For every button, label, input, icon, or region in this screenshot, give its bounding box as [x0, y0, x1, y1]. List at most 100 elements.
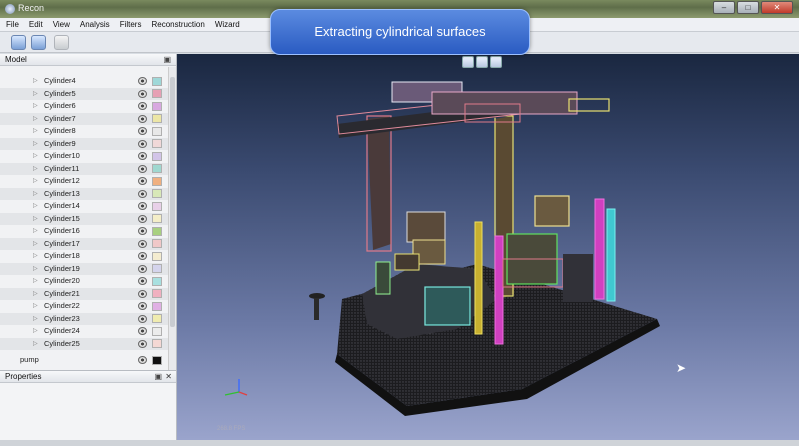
visibility-eye-icon[interactable] — [138, 327, 147, 335]
expand-arrow-icon[interactable]: ▷ — [33, 77, 38, 84]
tree-item-cylinder[interactable]: ▷ Cylinder6 — [0, 100, 168, 113]
visibility-eye-icon[interactable] — [138, 289, 147, 298]
color-swatch[interactable] — [152, 164, 162, 173]
menu-filters[interactable]: Filters — [120, 20, 142, 29]
rotate-view-icon[interactable] — [476, 56, 488, 68]
color-swatch[interactable] — [152, 226, 162, 236]
expand-arrow-icon[interactable]: ▷ — [33, 127, 38, 134]
expand-arrow-icon[interactable]: ▷ — [33, 277, 38, 284]
visibility-eye-icon[interactable] — [138, 227, 147, 235]
color-swatch[interactable] — [152, 176, 162, 186]
tree-item-cylinder[interactable]: ▷ Cylinder16 — [0, 225, 168, 238]
tree-item-cylinder[interactable]: ▷ Cylinder25 — [0, 337, 168, 350]
import-icon[interactable] — [31, 35, 46, 50]
expand-arrow-icon[interactable]: ▷ — [33, 340, 38, 347]
minimize-button[interactable]: – — [713, 1, 735, 14]
tree-item-cylinder[interactable]: ▷ Cylinder13 — [0, 187, 168, 200]
tree-item-cylinder[interactable]: ▷ Cylinder18 — [0, 250, 168, 263]
undock-icon[interactable]: ▣ — [163, 54, 171, 66]
visibility-eye-icon[interactable] — [138, 177, 147, 185]
visibility-eye-icon[interactable] — [138, 202, 147, 210]
visibility-eye-icon[interactable] — [138, 139, 147, 148]
visibility-eye-icon[interactable] — [138, 152, 147, 160]
tree-item-cylinder[interactable]: ▷ Cylinder17 — [0, 237, 168, 250]
color-swatch[interactable] — [152, 314, 162, 323]
visibility-eye-icon[interactable] — [138, 314, 147, 323]
tree-item-cylinder[interactable]: ▷ Cylinder20 — [0, 275, 168, 288]
save-icon[interactable] — [54, 35, 69, 50]
color-swatch[interactable] — [152, 289, 162, 298]
expand-arrow-icon[interactable]: ▷ — [33, 227, 38, 234]
color-swatch[interactable] — [152, 276, 162, 286]
expand-arrow-icon[interactable]: ▷ — [33, 177, 38, 184]
visibility-eye-icon[interactable] — [138, 77, 147, 85]
visibility-eye-icon[interactable] — [138, 339, 147, 348]
expand-arrow-icon[interactable]: ▷ — [33, 215, 38, 222]
color-swatch[interactable] — [152, 301, 162, 311]
visibility-eye-icon[interactable] — [138, 214, 147, 223]
open-icon[interactable] — [11, 35, 26, 50]
color-swatch[interactable] — [152, 151, 162, 161]
visibility-eye-icon[interactable] — [138, 239, 147, 248]
visibility-eye-icon[interactable] — [138, 189, 147, 198]
color-swatch[interactable] — [152, 214, 162, 223]
tree-item-cylinder[interactable]: ▷ Cylinder19 — [0, 262, 168, 275]
color-swatch[interactable] — [152, 76, 162, 86]
visibility-eye-icon[interactable] — [138, 127, 147, 135]
scrollbar-thumb[interactable] — [170, 77, 175, 327]
expand-arrow-icon[interactable]: ▷ — [33, 240, 38, 247]
color-swatch[interactable] — [152, 139, 162, 148]
expand-arrow-icon[interactable]: ▷ — [33, 327, 38, 334]
close-icon[interactable]: ✕ — [165, 371, 172, 383]
tree-item-cylinder[interactable]: ▷ Cylinder14 — [0, 200, 168, 213]
visibility-eye-icon[interactable] — [138, 356, 147, 364]
close-button[interactable]: ✕ — [761, 1, 793, 14]
color-swatch[interactable] — [152, 101, 162, 111]
visibility-eye-icon[interactable] — [138, 302, 147, 310]
menu-file[interactable]: File — [6, 20, 19, 29]
color-swatch[interactable] — [152, 355, 162, 365]
color-swatch[interactable] — [152, 89, 162, 98]
visibility-eye-icon[interactable] — [138, 89, 147, 98]
expand-arrow-icon[interactable]: ▷ — [33, 265, 38, 272]
expand-arrow-icon[interactable]: ▷ — [33, 90, 38, 97]
tree-item-cylinder[interactable]: ▷ Cylinder11 — [0, 162, 168, 175]
expand-arrow-icon[interactable]: ▷ — [33, 115, 38, 122]
tree-item-cylinder[interactable]: ▷ Cylinder12 — [0, 175, 168, 188]
visibility-eye-icon[interactable] — [138, 114, 147, 123]
tree-item-cylinder[interactable]: ▷ Cylinder7 — [0, 112, 168, 125]
fit-view-icon[interactable] — [462, 56, 474, 68]
pan-view-icon[interactable] — [490, 56, 502, 68]
visibility-eye-icon[interactable] — [138, 277, 147, 285]
color-swatch[interactable] — [152, 264, 162, 273]
expand-arrow-icon[interactable]: ▷ — [33, 252, 38, 259]
expand-arrow-icon[interactable]: ▷ — [33, 165, 38, 172]
menu-edit[interactable]: Edit — [29, 20, 43, 29]
menu-view[interactable]: View — [53, 20, 70, 29]
expand-arrow-icon[interactable]: ▷ — [33, 190, 38, 197]
color-swatch[interactable] — [152, 251, 162, 261]
menu-wizard[interactable]: Wizard — [215, 20, 240, 29]
color-swatch[interactable] — [152, 239, 162, 248]
tree-item-cylinder[interactable]: ▷ Cylinder4 — [0, 75, 168, 88]
color-swatch[interactable] — [152, 114, 162, 123]
menu-analysis[interactable]: Analysis — [80, 20, 110, 29]
tree-item-cylinder[interactable]: ▷ Cylinder24 — [0, 325, 168, 338]
color-swatch[interactable] — [152, 339, 162, 348]
visibility-eye-icon[interactable] — [138, 164, 147, 173]
expand-arrow-icon[interactable]: ▷ — [33, 302, 38, 309]
visibility-eye-icon[interactable] — [138, 102, 147, 110]
tree-item-cylinder[interactable]: ▷ Cylinder10 — [0, 150, 168, 163]
tree-item-pump[interactable]: pump — [0, 354, 168, 367]
visibility-eye-icon[interactable] — [138, 252, 147, 260]
color-swatch[interactable] — [152, 201, 162, 211]
tree-item-cylinder[interactable]: ▷ Cylinder9 — [0, 137, 168, 150]
model-tree-scrollbar[interactable] — [168, 67, 176, 370]
expand-arrow-icon[interactable]: ▷ — [33, 102, 38, 109]
expand-arrow-icon[interactable]: ▷ — [33, 152, 38, 159]
tree-item-cylinder[interactable]: ▷ Cylinder15 — [0, 212, 168, 225]
tree-item-cylinder[interactable]: ▷ Cylinder8 — [0, 125, 168, 138]
maximize-button[interactable]: □ — [737, 1, 759, 14]
color-swatch[interactable] — [152, 326, 162, 336]
expand-arrow-icon[interactable]: ▷ — [33, 140, 38, 147]
